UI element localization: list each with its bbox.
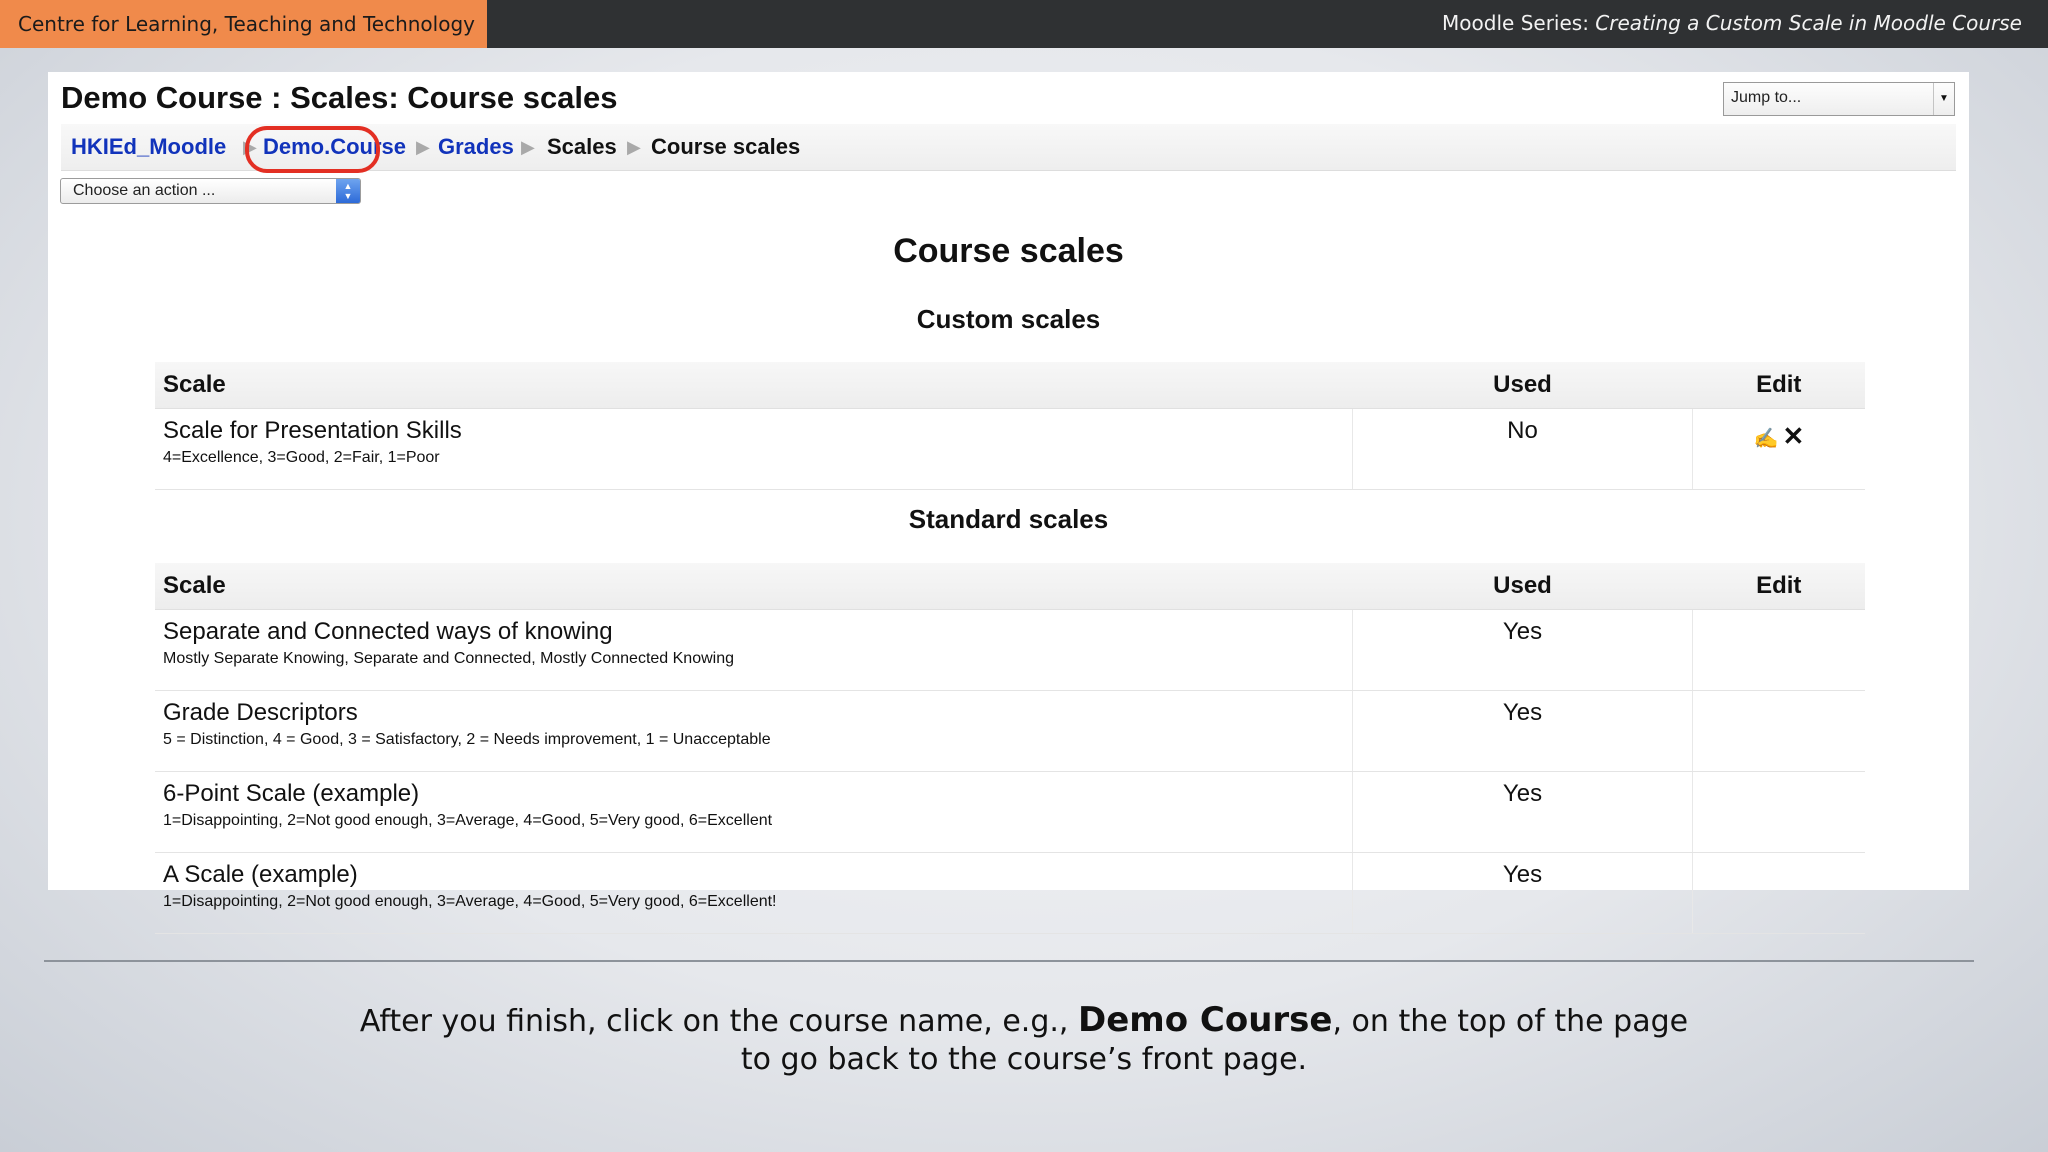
scale-name: Separate and Connected ways of knowing (163, 618, 613, 645)
breadcrumb-item-scales: Scales (547, 134, 617, 159)
breadcrumb-arrow-icon: ▶ (521, 137, 535, 157)
custom-scales-table: Scale Used Edit Scale for Presentation S… (155, 362, 1865, 490)
jump-to-label: Jump to... (1731, 89, 1802, 106)
scale-items: 1=Disappointing, 2=Not good enough, 3=Av… (163, 812, 773, 829)
custom-scales-heading: Custom scales (916, 304, 1101, 334)
standard-scales-heading: Standard scales (908, 504, 1109, 534)
scale-items: 1=Disappointing, 2=Not good enough, 3=Av… (163, 893, 777, 910)
scale-cell: Scale for Presentation Skills 4=Excellen… (155, 408, 1353, 490)
top-banner: Centre for Learning, Teaching and Techno… (0, 0, 2048, 48)
scale-cell: Grade Descriptors 5 = Distinction, 4 = G… (155, 690, 1353, 772)
moodle-screenshot: Demo Course : Scales: Course scales Jump… (48, 72, 1969, 934)
edit-cell (1692, 771, 1865, 853)
highlight-circle (245, 126, 380, 173)
scale-name: Scale for Presentation Skills (163, 417, 462, 444)
used-value: No (1352, 408, 1693, 490)
jump-to-select[interactable]: Jump to... ▼ (1723, 82, 1955, 116)
breadcrumb-arrow-icon: ▶ (627, 137, 641, 157)
caption-text-after: , on the top of the page (1332, 1004, 1689, 1039)
scale-cell: A Scale (example) 1=Disappointing, 2=Not… (155, 852, 1353, 934)
scale-cell: Separate and Connected ways of knowing M… (155, 609, 1353, 691)
scale-name: A Scale (example) (163, 861, 358, 888)
column-header-scale: Scale (155, 362, 1353, 409)
table-header-row: Scale Used Edit (155, 563, 1865, 610)
table-row: Separate and Connected ways of knowing M… (155, 609, 1865, 691)
column-header-scale: Scale (155, 563, 1353, 610)
column-header-used: Used (1352, 362, 1693, 409)
chevron-down-icon: ▼ (1933, 83, 1954, 115)
page-title: Demo Course : Scales: Course scales (61, 80, 618, 115)
scale-name: Grade Descriptors (163, 699, 358, 726)
used-value: Yes (1352, 771, 1693, 853)
scale-items: Mostly Separate Knowing, Separate and Co… (163, 650, 735, 667)
table-row: Scale for Presentation Skills 4=Excellen… (155, 408, 1865, 490)
scale-cell: 6-Point Scale (example) 1=Disappointing,… (155, 771, 1353, 853)
breadcrumb-item-grades[interactable]: Grades (438, 132, 514, 162)
table-row: 6-Point Scale (example) 1=Disappointing,… (155, 771, 1865, 853)
caption-text-before: After you finish, click on the course na… (359, 1004, 1078, 1039)
edit-cell (1692, 852, 1865, 934)
table-row: Grade Descriptors 5 = Distinction, 4 = G… (155, 690, 1865, 772)
used-value: Yes (1352, 852, 1693, 934)
standard-scales-table: Scale Used Edit Separate and Connected w… (155, 563, 1865, 934)
scale-items: 4=Excellence, 3=Good, 2=Fair, 1=Poor (163, 449, 440, 466)
divider (44, 960, 1974, 962)
breadcrumb-arrow-icon: ▶ (416, 137, 430, 157)
org-label: Centre for Learning, Teaching and Techno… (0, 0, 487, 48)
edit-cell (1692, 690, 1865, 772)
used-value: Yes (1352, 609, 1693, 691)
column-header-edit: Edit (1692, 362, 1865, 409)
used-value: Yes (1352, 690, 1693, 772)
edit-cell (1692, 609, 1865, 691)
action-select-value: Choose an action ... (73, 182, 216, 199)
series-name: Creating a Custom Scale in Moodle Course (1595, 11, 2022, 35)
caption-line-2: to go back to the course’s front page. (740, 1042, 1308, 1077)
column-header-used: Used (1352, 563, 1693, 610)
column-header-edit: Edit (1692, 563, 1865, 610)
table-row: A Scale (example) 1=Disappointing, 2=Not… (155, 852, 1865, 934)
caption-course-name: Demo Course (1077, 1000, 1333, 1040)
action-select[interactable]: Choose an action ... ▲ ▼ (60, 178, 361, 204)
select-stepper-icon: ▲ ▼ (336, 179, 360, 203)
edit-cell: ✍ ✕ (1692, 408, 1865, 490)
scale-items: 5 = Distinction, 4 = Good, 3 = Satisfact… (163, 731, 771, 748)
series-prefix: Moodle Series: (1442, 11, 1596, 35)
breadcrumb-item-current: Course scales (651, 134, 801, 159)
caption-line-1: After you finish, click on the course na… (0, 1000, 2048, 1042)
delete-icon[interactable]: ✕ (1783, 421, 1805, 451)
main-heading: Course scales (893, 232, 1124, 270)
edit-icon[interactable]: ✍ (1754, 428, 1779, 450)
scale-name: 6-Point Scale (example) (163, 780, 420, 807)
breadcrumb-item-site[interactable]: HKIEd_Moodle (71, 132, 226, 162)
series-title: Moodle Series: Creating a Custom Scale i… (1442, 0, 2022, 46)
table-header-row: Scale Used Edit (155, 362, 1865, 409)
